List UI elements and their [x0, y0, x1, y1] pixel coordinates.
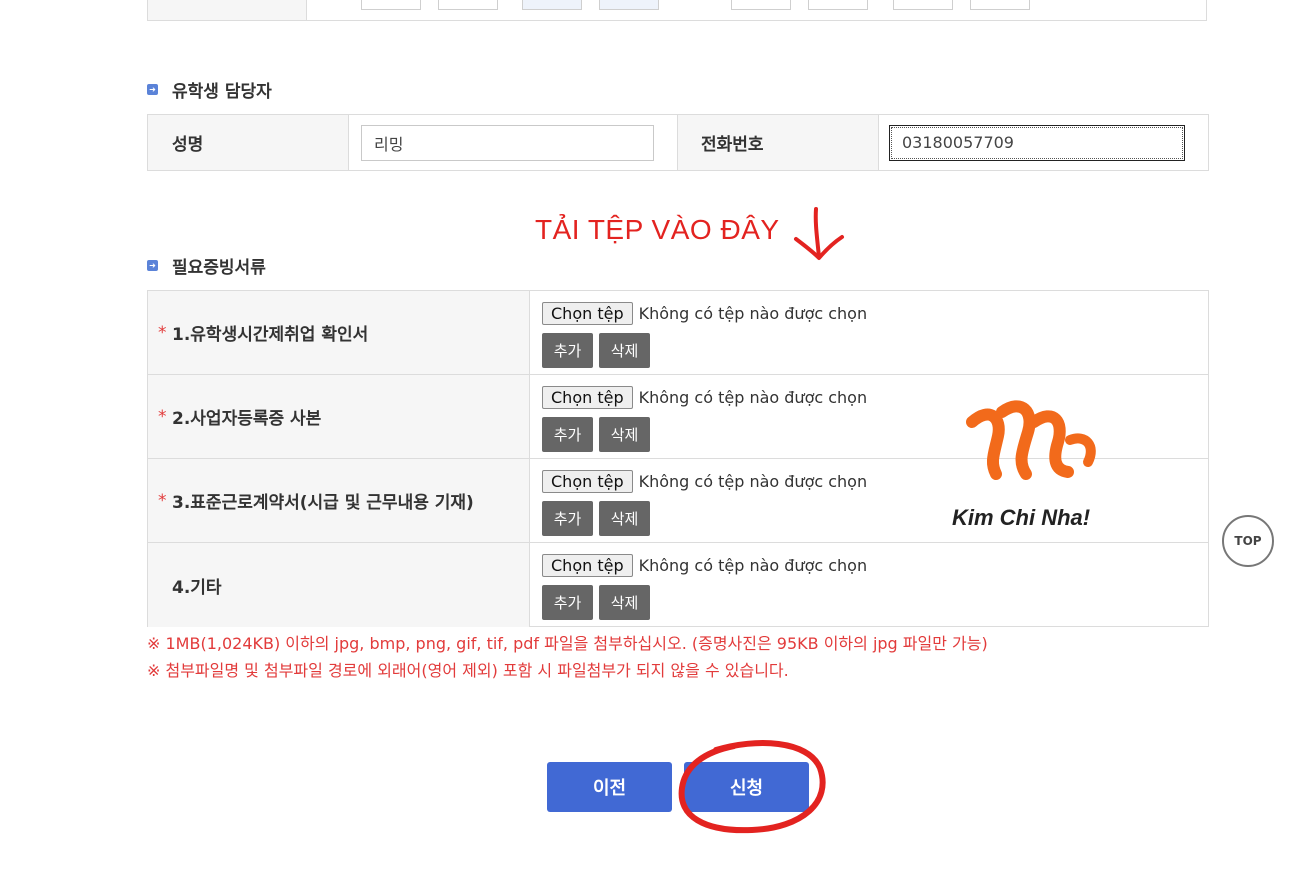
phone-input[interactable]: 03180057709: [889, 124, 1185, 161]
no-file-text: Không có tệp nào được chọn: [638, 304, 868, 323]
required-mark: *: [158, 406, 167, 427]
name-label: 성명: [148, 115, 349, 170]
file-input[interactable]: Chọn tệp Không có tệp nào được chọn: [542, 302, 867, 325]
scroll-to-top-button[interactable]: TOP: [1222, 515, 1274, 567]
choose-file-button[interactable]: Chọn tệp: [542, 554, 633, 577]
docs-section-title-text: 필요증빙서류: [172, 258, 266, 278]
choose-file-button[interactable]: Chọn tệp: [542, 470, 633, 493]
previous-field[interactable]: [970, 0, 1030, 10]
upload-notes: ※ 1MB(1,024KB) 이하의 jpg, bmp, png, gif, t…: [147, 630, 988, 684]
required-mark: *: [158, 322, 167, 343]
row-action-buttons: 추가 삭제: [542, 585, 650, 620]
document-upload-cell: Chọn tệp Không có tệp nào được chọn 추가 삭…: [530, 543, 1208, 627]
add-button[interactable]: 추가: [542, 333, 593, 368]
arrow-down-icon: [794, 207, 844, 260]
logo-text: Kim Chi Nha!: [952, 505, 1091, 530]
contact-section-title-text: 유학생 담당자: [172, 82, 272, 102]
name-input[interactable]: 리밍: [361, 124, 654, 161]
previous-field[interactable]: [599, 0, 659, 10]
add-button[interactable]: 추가: [542, 417, 593, 452]
add-button[interactable]: 추가: [542, 585, 593, 620]
document-label: * 3.표준근로계약서(시급 및 근무내용 기재): [148, 459, 530, 542]
document-label-text: 2.사업자등록증 사본: [172, 409, 322, 429]
document-upload-cell: Chọn tệp Không có tệp nào được chọn 추가 삭…: [530, 291, 1208, 374]
delete-button[interactable]: 삭제: [599, 585, 650, 620]
no-file-text: Không có tệp nào được chọn: [638, 472, 868, 491]
contact-section-title: ➜ 유학생 담당자: [147, 77, 272, 102]
document-row: 4.기타 Chọn tệp Không có tệp nào được chọn…: [148, 543, 1208, 627]
previous-field[interactable]: [438, 0, 498, 10]
document-label: 4.기타: [148, 543, 530, 627]
previous-table-fragment: [147, 0, 1207, 21]
delete-button[interactable]: 삭제: [599, 501, 650, 536]
upload-here-annotation: TẢI TỆP VÀO ĐÂY: [535, 214, 780, 245]
note-line: ※ 1MB(1,024KB) 이하의 jpg, bmp, png, gif, t…: [147, 634, 988, 653]
previous-field[interactable]: [361, 0, 421, 10]
document-label: * 1.유학생시간제취업 확인서: [148, 291, 530, 374]
prev-button[interactable]: 이전: [547, 762, 672, 812]
no-file-text: Không có tệp nào được chọn: [638, 556, 868, 575]
row-action-buttons: 추가 삭제: [542, 501, 650, 536]
document-label-text: 4.기타: [172, 577, 222, 598]
previous-field[interactable]: [893, 0, 953, 10]
document-row: * 1.유학생시간제취업 확인서 Chọn tệp Không có tệp n…: [148, 291, 1208, 375]
previous-field[interactable]: [808, 0, 868, 10]
choose-file-button[interactable]: Chọn tệp: [542, 386, 633, 409]
document-label-text: 1.유학생시간제취업 확인서: [172, 325, 369, 345]
required-mark: *: [158, 490, 167, 511]
submit-button[interactable]: 신청: [684, 762, 809, 812]
name-cell: 리밍: [349, 115, 678, 170]
choose-file-button[interactable]: Chọn tệp: [542, 302, 633, 325]
document-label-text: 3.표준근로계약서(시급 및 근무내용 기재): [172, 493, 474, 513]
section-bullet-icon: ➜: [147, 84, 158, 95]
no-file-text: Không có tệp nào được chọn: [638, 388, 868, 407]
file-input[interactable]: Chọn tệp Không có tệp nào được chọn: [542, 386, 867, 409]
delete-button[interactable]: 삭제: [599, 333, 650, 368]
row-action-buttons: 추가 삭제: [542, 417, 650, 452]
previous-field[interactable]: [731, 0, 791, 10]
row-action-buttons: 추가 삭제: [542, 333, 650, 368]
section-bullet-icon: ➜: [147, 260, 158, 271]
docs-section-title: ➜ 필요증빙서류: [147, 253, 266, 278]
file-input[interactable]: Chọn tệp Không có tệp nào được chọn: [542, 470, 867, 493]
phone-label: 전화번호: [678, 115, 879, 170]
document-label: * 2.사업자등록증 사본: [148, 375, 530, 458]
previous-field[interactable]: [522, 0, 582, 10]
note-line: ※ 첨부파일명 및 첨부파일 경로에 외래어(영어 제외) 포함 시 파일첨부가…: [147, 661, 789, 680]
delete-button[interactable]: 삭제: [599, 417, 650, 452]
phone-cell: 03180057709: [879, 115, 1208, 170]
file-input[interactable]: Chọn tệp Không có tệp nào được chọn: [542, 554, 867, 577]
add-button[interactable]: 추가: [542, 501, 593, 536]
contact-table: 성명 리밍 전화번호 03180057709: [147, 114, 1209, 171]
previous-table-label-cell: [148, 0, 307, 20]
